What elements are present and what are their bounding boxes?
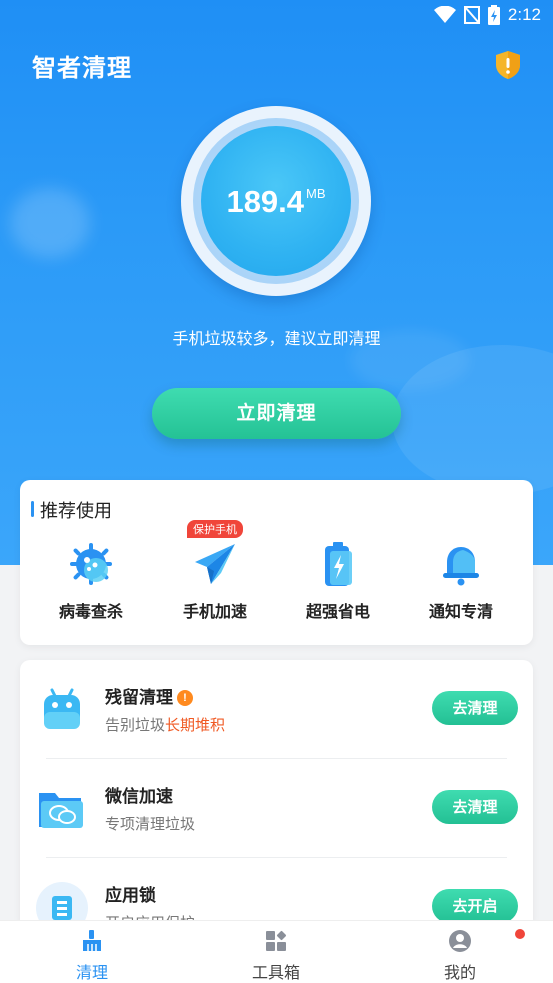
wechat-folder-icon [36, 783, 88, 835]
notification-dot [515, 929, 525, 939]
clean-now-button[interactable]: 立即清理 [152, 388, 401, 439]
recommend-item-phone-boost[interactable]: 保护手机 手机加速 [160, 520, 270, 622]
grid-icon [264, 929, 288, 953]
desc-text: 告别垃圾 [105, 716, 166, 734]
wechat-clean-button[interactable]: 去清理 [432, 790, 518, 824]
recommend-label: 超强省电 [305, 602, 370, 621]
battery-icon [314, 540, 362, 588]
recommend-title: 推荐使用 [40, 501, 112, 522]
warning-badge-icon: ! [177, 690, 193, 706]
residual-clean-button[interactable]: 去清理 [432, 691, 518, 725]
paper-plane-icon: 保护手机 [187, 520, 243, 588]
no-signal-icon [463, 6, 480, 24]
app-title: 智者清理 [32, 54, 132, 82]
recommend-card: 推荐使用 病毒查杀 保护手机 手机加速 超强省电 通知专清 [20, 480, 533, 645]
shield-warning-icon[interactable] [494, 50, 522, 80]
recommend-label: 病毒查杀 [58, 602, 123, 621]
recommend-item-power-save[interactable]: 超强省电 [283, 540, 393, 622]
list-item-desc: 告别垃圾长期堆积 [105, 714, 225, 735]
desc-highlight: 长期堆积 [165, 716, 226, 734]
wifi-icon [433, 6, 456, 23]
tab-mine[interactable]: 我的 [400, 929, 520, 983]
list-item-residual-clean: 残留清理! 告别垃圾长期堆积 去清理 [20, 660, 533, 759]
recommend-item-virus-scan[interactable]: 病毒查杀 [36, 540, 146, 622]
app-lock-enable-button[interactable]: 去开启 [432, 889, 518, 923]
status-time: 2:12 [507, 5, 541, 24]
section-accent-bar [31, 501, 34, 517]
wechat-boost-desc: 专项清理垃圾 [105, 815, 196, 833]
recommend-item-notification-clean[interactable]: 通知专清 [406, 540, 516, 622]
tab-label: 清理 [75, 963, 108, 982]
list-item-wechat-boost: 微信加速 专项清理垃圾 去清理 [20, 759, 533, 858]
app-lock-title: 应用锁 [105, 886, 156, 906]
battery-charging-icon [487, 5, 500, 25]
wechat-boost-title: 微信加速 [105, 787, 173, 807]
broom-icon [80, 929, 104, 953]
recommend-label: 通知专清 [428, 602, 493, 621]
junk-size-number: 189.4 [226, 184, 305, 219]
tab-toolbox[interactable]: 工具箱 [216, 929, 336, 983]
gauge-value: 189.4 MB [181, 184, 371, 220]
junk-hint-text: 手机垃圾较多，建议立即清理 [172, 329, 381, 348]
list-item-title: 残留清理! [105, 683, 193, 708]
residual-clean-title: 残留清理 [105, 688, 173, 708]
android-robot-icon [36, 684, 88, 736]
protect-phone-tag: 保护手机 [187, 520, 243, 538]
tab-label: 我的 [443, 963, 476, 982]
user-icon [448, 929, 472, 953]
feature-list-card: 残留清理! 告别垃圾长期堆积 去清理 微信加速 专项清理垃圾 去清理 应用锁 去… [20, 660, 533, 930]
tab-clean[interactable]: 清理 [32, 929, 152, 983]
recommend-label: 手机加速 [182, 602, 247, 621]
tab-label: 工具箱 [251, 963, 300, 982]
bottom-tab-bar: 清理 工具箱 我的 [0, 920, 553, 983]
junk-size-unit: MB [306, 186, 326, 201]
virus-icon [67, 540, 115, 588]
bell-icon [437, 540, 485, 588]
decor-bubble [10, 188, 90, 258]
junk-size-gauge: 189.4 MB [181, 106, 371, 296]
status-bar: 2:12 [0, 0, 553, 32]
